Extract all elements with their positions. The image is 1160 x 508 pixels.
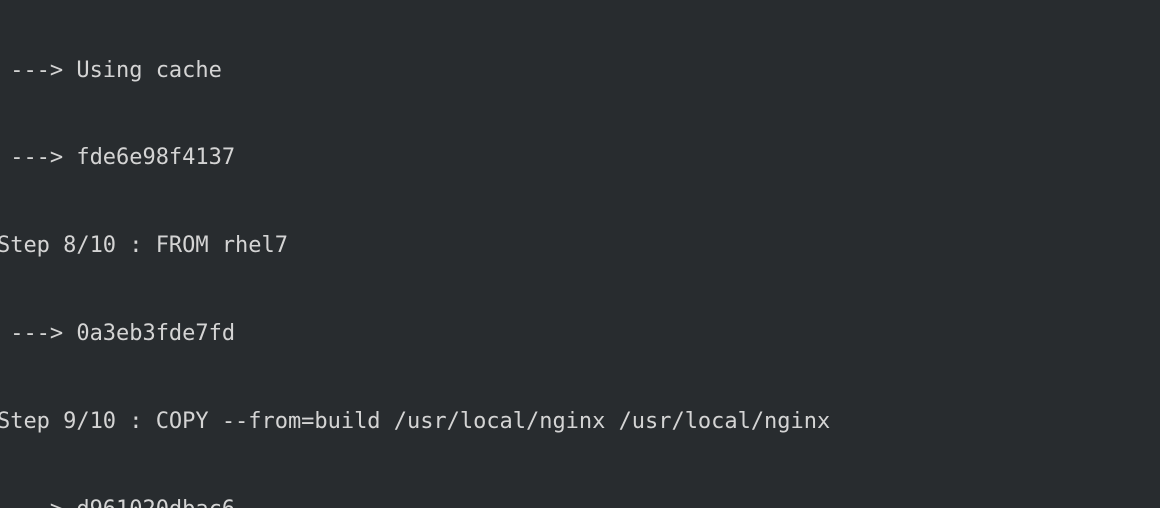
- terminal-screen[interactable]: ---> Using cache ---> fde6e98f4137 Step …: [0, 0, 1121, 508]
- terminal-line: ---> 0a3eb3fde7fd: [0, 321, 236, 347]
- terminal-line: ---> d961020dbac6: [0, 495, 1121, 508]
- terminal-line: ---> fde6e98f4137: [0, 145, 236, 171]
- terminal-line: Step 9/10 : COPY --from=build /usr/local…: [0, 409, 831, 435]
- terminal-line: Step 8/10 : FROM rhel7: [0, 233, 288, 259]
- terminal-line: ---> Using cache: [0, 57, 222, 83]
- terminal-window[interactable]: ---> Using cache ---> fde6e98f4137 Step …: [0, 0, 1160, 508]
